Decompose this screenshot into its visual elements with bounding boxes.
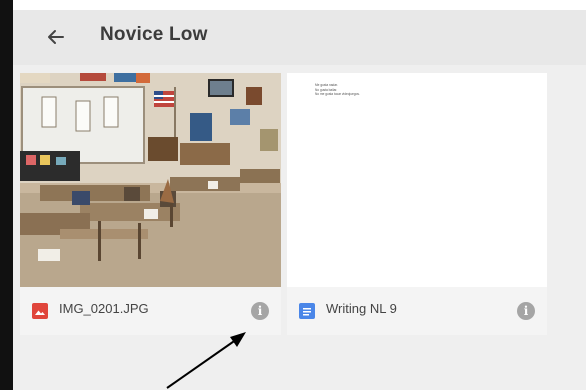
annotation-arrow-icon	[166, 332, 246, 389]
